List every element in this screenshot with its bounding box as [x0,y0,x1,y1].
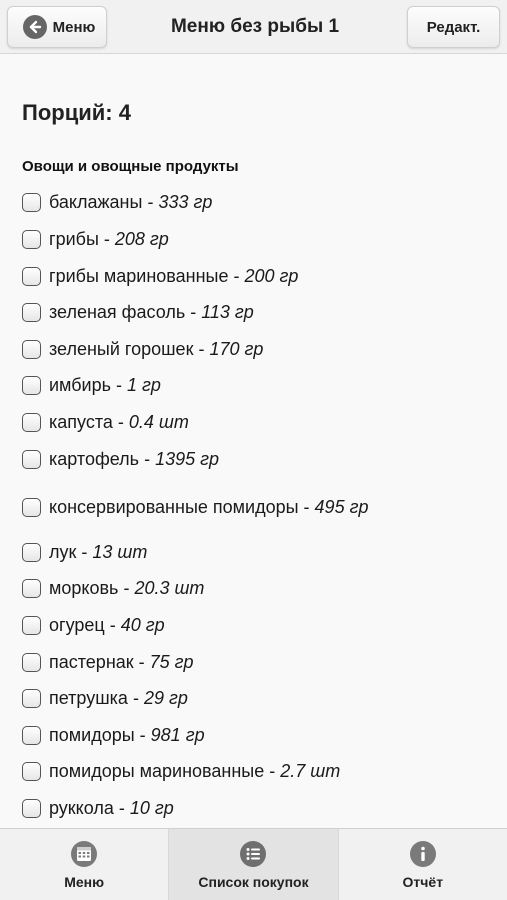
item-text: помидоры маринованные - 2.7 шт [49,761,341,781]
tab-shopping-list-label: Список покупок [198,873,309,890]
item-checkbox[interactable] [22,302,41,322]
tab-bar: Меню Список покупок Отчёт [0,828,507,900]
info-icon [409,840,436,867]
list-item[interactable]: зеленый горошек - 170 гр [22,336,392,362]
back-button-label: Меню [52,18,96,36]
list-item[interactable]: баклажаны - 333 гр [22,189,392,215]
item-checkbox[interactable] [22,542,41,562]
item-checkbox[interactable] [22,497,41,517]
list-item[interactable]: пастернак - 75 гр [22,649,392,675]
item-checkbox[interactable] [22,761,41,781]
tab-report-label: Отчёт [402,873,444,890]
back-arrow-icon [22,15,47,39]
item-text: помидоры - 981 гр [49,725,205,745]
item-text: баклажаны - 333 гр [49,192,213,212]
page-title: Меню без рыбы 1 [170,16,340,37]
list-icon [240,840,267,867]
item-checkbox[interactable] [22,192,41,212]
item-checkbox[interactable] [22,725,41,745]
list-item[interactable]: картофель - 1395 гр [22,446,392,472]
list-item[interactable]: капуста - 0.4 шт [22,409,392,435]
item-checkbox[interactable] [22,229,41,249]
item-text: грибы - 208 гр [49,229,169,249]
edit-button[interactable]: Редакт. [407,6,500,48]
list-item[interactable]: грибы маринованные - 200 гр [22,263,392,289]
list-item[interactable]: огурец - 40 гр [22,612,392,638]
item-text: морковь - 20.3 шт [49,578,205,598]
item-text: консервированные помидоры - 495 гр [49,497,369,517]
list-item[interactable]: грибы - 208 гр [22,226,392,252]
item-text: зеленый горошек - 170 гр [49,339,264,359]
tab-shopping-list[interactable]: Список покупок [169,829,339,900]
list-item[interactable]: помидоры маринованные - 2.7 шт [22,758,392,784]
item-checkbox[interactable] [22,652,41,672]
item-checkbox[interactable] [22,412,41,432]
item-checkbox[interactable] [22,798,41,818]
list-item[interactable]: лук - 13 шт [22,539,392,565]
list-item[interactable]: морковь - 20.3 шт [22,575,392,601]
list-item[interactable]: имбирь - 1 гр [22,372,392,398]
item-text: пастернак - 75 гр [49,652,194,672]
item-text: имбирь - 1 гр [49,375,161,395]
list-item[interactable]: руккола - 10 гр [22,795,392,821]
item-text: лук - 13 шт [49,542,148,562]
item-text: петрушка - 29 гр [49,688,188,708]
item-checkbox[interactable] [22,449,41,469]
back-button[interactable]: Меню [7,6,107,48]
list-item[interactable]: помидоры - 981 гр [22,722,392,748]
item-checkbox[interactable] [22,615,41,635]
list-item[interactable]: петрушка - 29 гр [22,685,392,711]
item-text: капуста - 0.4 шт [49,412,189,432]
list-item[interactable]: консервированные помидоры - 495 гр [22,482,392,532]
item-text: огурец - 40 гр [49,615,165,635]
item-checkbox[interactable] [22,578,41,598]
tab-menu-label: Меню [64,873,105,890]
item-checkbox[interactable] [22,339,41,359]
item-text: грибы маринованные - 200 гр [49,266,299,286]
item-checkbox[interactable] [22,375,41,395]
item-checkbox[interactable] [22,266,41,286]
calendar-icon [71,840,98,867]
portions-label: Порций: 4 [22,100,131,125]
item-text: зеленая фасоль - 113 гр [49,302,254,322]
header-bar: Меню Меню без рыбы 1 Редакт. [0,0,507,54]
item-text: картофель - 1395 гр [49,449,219,469]
shopping-list-content[interactable]: Порций: 4 Овощи и овощные продукты бакла… [0,55,507,827]
category-heading: Овощи и овощные продукты [22,158,239,175]
tab-menu[interactable]: Меню [0,829,170,900]
list-item[interactable]: зеленая фасоль - 113 гр [22,299,392,325]
item-checkbox[interactable] [22,688,41,708]
tab-report[interactable]: Отчёт [339,829,507,900]
item-text: руккола - 10 гр [49,798,174,818]
